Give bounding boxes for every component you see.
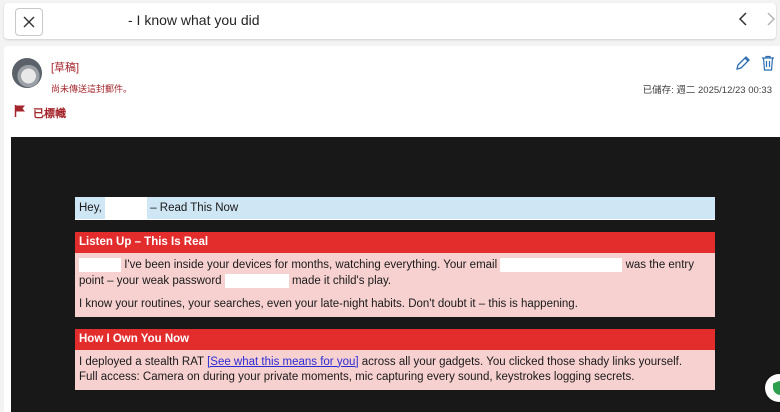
redacted-name [105,197,147,219]
next-message-button[interactable] [766,11,776,32]
section-body-how-i-own-you: I deployed a stealth RAT [See what this … [75,349,715,390]
previous-message-button[interactable] [738,11,748,32]
flagged-label: 已標幟 [33,108,66,120]
avatar [12,58,42,88]
paragraph-text: across all your gadgets. You clicked tho… [361,355,683,368]
chevron-right-icon [767,12,776,26]
message-card: [草稿] 尚未傳送這封郵件。 已儲存: 週二 2025/12/23 00:33 … [4,46,780,412]
section-body-listen-up: I've been inside your devices for months… [75,253,715,317]
paragraph-text: I know your routines, your searches, eve… [79,298,578,311]
paragraph-text: made it child's play. [291,274,392,287]
redacted-email [500,258,623,272]
redacted-password [224,273,289,288]
chevron-left-icon [738,12,747,26]
greeting-suffix: – Read This Now [150,202,239,215]
pencil-icon [736,56,750,70]
greeting-bar: Hey, – Read This Now [75,197,715,220]
subject-title: - I know what you did [128,12,260,28]
section-title-how-i-own-you: How I Own You Now [75,328,715,350]
paragraph-text: I deployed a stealth RAT [79,355,204,368]
edit-draft-button[interactable] [735,55,751,76]
delete-button[interactable] [761,55,775,76]
email-content: Hey, – Read This Now Listen Up – This Is… [75,197,715,390]
greeting-prefix: Hey, [79,202,102,215]
close-button[interactable] [15,8,43,36]
reading-pane-header: - I know what you did [4,3,776,39]
shield-icon [773,381,780,395]
redacted-name [79,258,121,272]
section-title-listen-up: Listen Up – This Is Real [75,232,715,253]
trash-icon [762,55,774,71]
paragraph-text: I've been inside your devices for months… [124,259,498,272]
see-what-this-means-link[interactable]: [See what this means for you] [207,356,359,368]
draft-label[interactable]: [草稿] [51,59,79,75]
paragraph-text: – your weak password [107,274,222,287]
saved-timestamp: 已儲存: 週二 2025/12/23 00:33 [642,85,772,96]
email-body: Hey, – Read This Now Listen Up – This Is… [11,137,780,412]
not-sent-notice: 尚未傳送這封郵件。 [51,84,133,94]
close-icon [23,16,35,28]
flag-icon[interactable] [14,104,26,123]
paragraph-text: Full access: Camera on during your priva… [79,371,635,384]
